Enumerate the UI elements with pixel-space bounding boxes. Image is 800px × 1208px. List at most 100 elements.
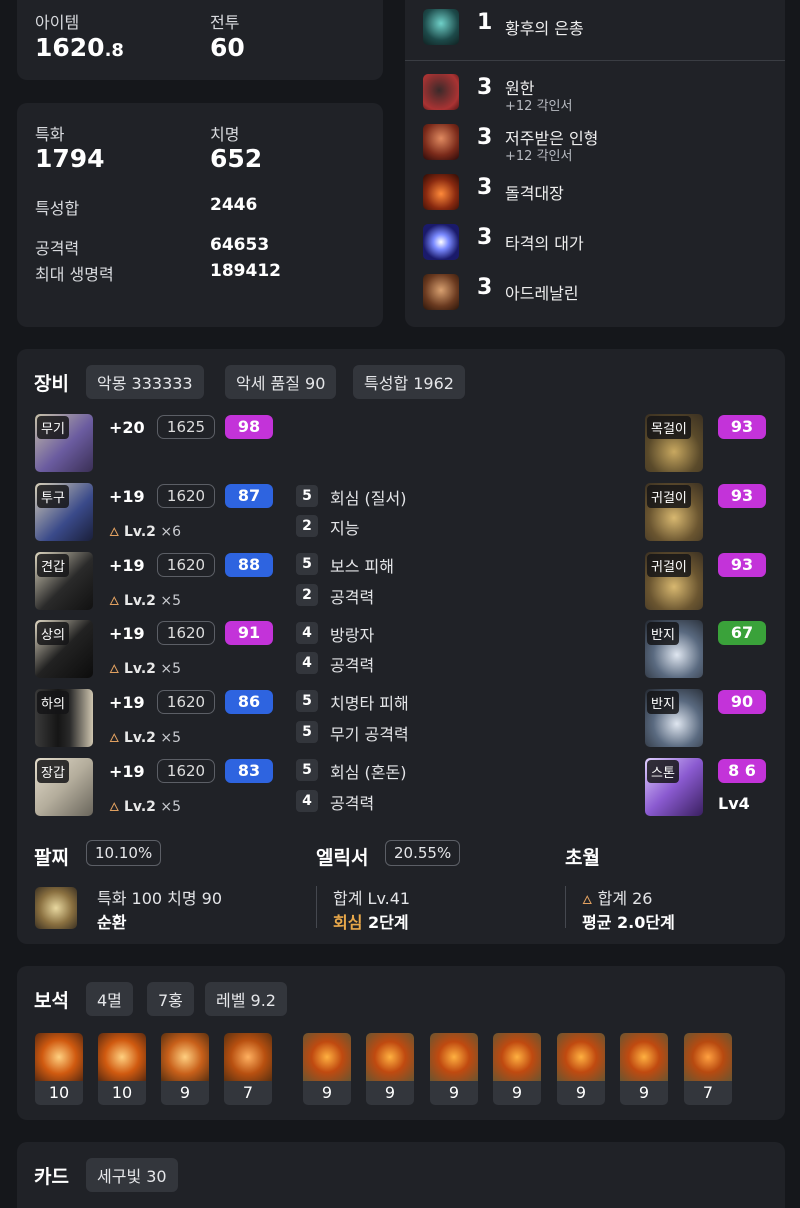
option-name: 공격력 xyxy=(330,656,375,675)
gem-slot[interactable]: 10 xyxy=(98,1033,146,1105)
option-name: 지능 xyxy=(330,519,360,538)
gem-level: 7 xyxy=(684,1081,732,1105)
stone-level: Lv4 xyxy=(718,794,750,813)
slot-label: 목걸이 xyxy=(647,416,691,439)
chest-slot[interactable]: 상의 xyxy=(35,620,93,678)
slot-label: 견갑 xyxy=(37,554,69,577)
gem-level: 10 xyxy=(35,1081,83,1105)
transcend-average: 평균 2.0단계 xyxy=(582,913,675,932)
item-level: 1620 xyxy=(157,553,215,577)
elixir-percent: 20.55% xyxy=(385,840,461,866)
quality-badge: 91 xyxy=(225,621,273,645)
option-name: 공격력 xyxy=(330,794,375,813)
max-hp-value: 189412 xyxy=(210,261,281,281)
engraving-row[interactable]: 3 저주받은 인형 +12 각인서 xyxy=(405,117,785,167)
engraving-level: 1 xyxy=(477,10,493,35)
earring-slot[interactable]: 귀걸이 xyxy=(645,483,703,541)
gem-level: 9 xyxy=(366,1081,414,1105)
elixir-total: 합계 Lv.41 xyxy=(333,889,411,908)
option-level: 5 xyxy=(296,721,318,743)
engraving-row[interactable]: 3 타격의 대가 xyxy=(405,217,785,267)
enhance-level: +19 xyxy=(109,487,145,506)
engraving-row[interactable]: 3 아드레날린 xyxy=(405,267,785,317)
item-level: 1620 xyxy=(157,759,215,783)
engraving-icon xyxy=(423,124,459,160)
engraving-icon xyxy=(423,174,459,210)
flame-icon: 🜂 xyxy=(109,525,120,539)
stone-slot[interactable]: 스톤 xyxy=(645,758,703,816)
engraving-name: 아드레날린 xyxy=(505,284,579,303)
gem-icon xyxy=(493,1033,541,1081)
equipment-tag: 악몽 333333 xyxy=(86,365,204,399)
enhance-level: +19 xyxy=(109,556,145,575)
bracelet-icon[interactable] xyxy=(35,887,77,929)
engraving-icon xyxy=(423,9,459,45)
gem-slot[interactable]: 9 xyxy=(366,1033,414,1105)
ring-slot[interactable]: 반지 xyxy=(645,620,703,678)
combat-level-value: 60 xyxy=(210,33,245,62)
equipment-tag: 특성합 1962 xyxy=(353,365,465,399)
item-level: 1620 xyxy=(157,621,215,645)
quality-badge: 87 xyxy=(225,484,273,508)
engraving-row[interactable]: 3 원한 +12 각인서 xyxy=(405,67,785,117)
combat-level-label: 전투 xyxy=(210,13,240,32)
elixir-level: 🜂 Lv.2 ×5 xyxy=(109,730,182,746)
gems-title: 보석 xyxy=(34,990,69,1012)
gem-slot[interactable]: 9 xyxy=(161,1033,209,1105)
quality-badge: 86 xyxy=(225,690,273,714)
engraving-icon xyxy=(423,74,459,110)
elixir-level: 🜂 Lv.2 ×5 xyxy=(109,593,182,609)
gem-level: 7 xyxy=(224,1081,272,1105)
gem-slot[interactable]: 9 xyxy=(557,1033,605,1105)
flame-icon: 🜂 xyxy=(109,800,120,814)
stat-total-label: 특성합 xyxy=(35,199,80,218)
equipment-title: 장비 xyxy=(34,373,69,395)
gem-level: 9 xyxy=(620,1081,668,1105)
engraving-row[interactable]: 3 돌격대장 xyxy=(405,167,785,217)
engraving-name: 타격의 대가 xyxy=(505,234,584,253)
engraving-icon xyxy=(423,274,459,310)
option-level: 5 xyxy=(296,690,318,712)
gem-slot[interactable]: 9 xyxy=(303,1033,351,1105)
gem-slot[interactable]: 10 xyxy=(35,1033,83,1105)
engraving-level: 3 xyxy=(477,125,493,150)
stat-total-value: 2446 xyxy=(210,195,258,215)
weapon-slot[interactable]: 무기 xyxy=(35,414,93,472)
engraving-name: 황후의 은총 xyxy=(505,19,584,38)
item-level: 1625 xyxy=(157,415,215,439)
option-name: 무기 공격력 xyxy=(330,725,409,744)
shoulder-slot[interactable]: 견갑 xyxy=(35,552,93,610)
crit-label: 치명 xyxy=(210,125,240,144)
necklace-slot[interactable]: 목걸이 xyxy=(645,414,703,472)
gem-slot[interactable]: 9 xyxy=(620,1033,668,1105)
helmet-slot[interactable]: 투구 xyxy=(35,483,93,541)
option-name: 공격력 xyxy=(330,588,375,607)
slot-label: 무기 xyxy=(37,416,69,439)
gem-slot[interactable]: 7 xyxy=(684,1033,732,1105)
gem-slot[interactable]: 9 xyxy=(430,1033,478,1105)
bracelet-effect: 순환 xyxy=(97,913,127,932)
engraving-level: 3 xyxy=(477,275,493,300)
earring-slot[interactable]: 귀걸이 xyxy=(645,552,703,610)
gem-slot[interactable]: 7 xyxy=(224,1033,272,1105)
ring-slot[interactable]: 반지 xyxy=(645,689,703,747)
gem-icon xyxy=(557,1033,605,1081)
option-level: 2 xyxy=(296,584,318,606)
gem-level: 9 xyxy=(161,1081,209,1105)
gem-icon xyxy=(98,1033,146,1081)
cards-tag: 세구빛 30 xyxy=(86,1158,178,1192)
gem-level: 10 xyxy=(98,1081,146,1105)
option-name: 보스 피해 xyxy=(330,557,394,576)
engraving-row[interactable]: 1 황후의 은총 xyxy=(405,2,785,52)
attack-value: 64653 xyxy=(210,235,270,255)
option-level: 4 xyxy=(296,622,318,644)
option-level: 2 xyxy=(296,515,318,537)
gem-icon xyxy=(430,1033,478,1081)
option-name: 회심 (질서) xyxy=(330,489,407,508)
slot-label: 귀걸이 xyxy=(647,554,691,577)
gloves-slot[interactable]: 장갑 xyxy=(35,758,93,816)
transcend-title: 초월 xyxy=(565,847,600,869)
gem-slot[interactable]: 9 xyxy=(493,1033,541,1105)
pants-slot[interactable]: 하의 xyxy=(35,689,93,747)
slot-label: 귀걸이 xyxy=(647,485,691,508)
